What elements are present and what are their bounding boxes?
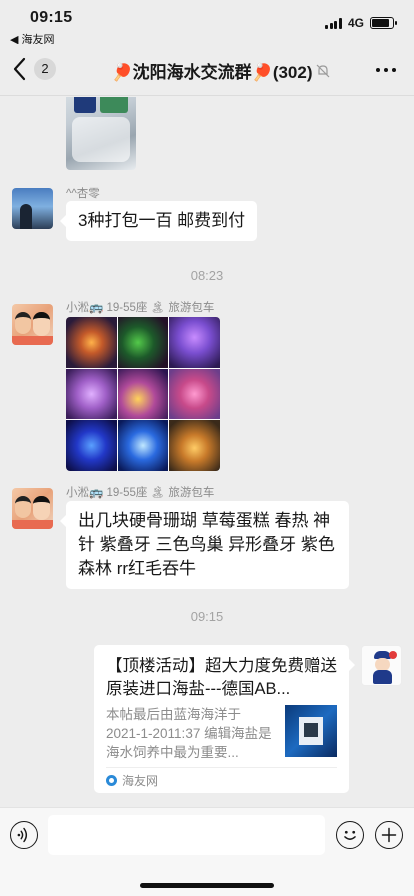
unread-count-badge[interactable]: 2: [34, 58, 56, 80]
coral-photo: [66, 317, 117, 368]
sender-name: 小淞🚌 19-55座 🏝 旅游包车: [66, 302, 215, 314]
message-input[interactable]: [48, 815, 325, 855]
coral-photo: [66, 420, 117, 471]
message-timestamp: 09:15: [190, 609, 224, 624]
coral-photo: [66, 368, 117, 420]
avatar[interactable]: [12, 488, 53, 529]
more-dots-icon[interactable]: [376, 68, 396, 72]
battery-icon: [370, 17, 397, 29]
network-type: 4G: [347, 16, 364, 30]
message-bubble[interactable]: 3种打包一百 邮费到付: [59, 201, 258, 241]
status-indicators: 4G: [325, 16, 397, 30]
link-card-description: 本帖最后由蓝海海洋于 2021-1-2011:37 编辑海盐是海水饲养中最为重要…: [106, 707, 272, 760]
link-card-source: 海友网: [106, 772, 158, 789]
chat-title: 🏓沈阳海水交流群🏓(302): [111, 63, 313, 82]
source-name: 海友网: [122, 774, 159, 788]
link-card-thumbnail: [285, 705, 337, 757]
bell-muted-icon: [316, 64, 330, 78]
link-card-title: 【顶楼活动】超大力度免费赠送原装进口海盐---德国AB...: [106, 657, 337, 698]
voice-icon[interactable]: [10, 821, 38, 849]
my-avatar[interactable]: [361, 645, 402, 686]
link-card-message[interactable]: 【顶楼活动】超大力度免费赠送原装进口海盐---德国AB... 本帖最后由蓝海海洋…: [94, 645, 355, 793]
app-logo-icon: [106, 775, 117, 786]
input-bar: [0, 807, 414, 896]
photo-message[interactable]: [66, 97, 136, 170]
divider: [106, 767, 337, 768]
sender-name: 小淞🚌 19-55座 🏝 旅游包车: [66, 487, 215, 499]
chevron-left-icon[interactable]: [10, 56, 30, 82]
photo-grid-message[interactable]: [66, 317, 220, 471]
coral-photo: [169, 368, 220, 420]
coral-photo: [169, 420, 220, 471]
chat-header: 2 🏓沈阳海水交流群🏓(302): [0, 44, 414, 96]
coral-photo: [117, 317, 169, 368]
home-indicator: [140, 883, 274, 888]
status-bar: 09:15 ◀ 海友网 4G: [0, 0, 414, 46]
coral-photo: [117, 420, 169, 471]
message-list[interactable]: ^^杏零 3种打包一百 邮费到付 08:23 小淞🚌 19-55座 🏝 旅游包车…: [0, 97, 414, 807]
coral-photo: [169, 317, 220, 368]
message-timestamp: 08:23: [190, 268, 224, 283]
status-time: 09:15: [30, 9, 73, 26]
avatar[interactable]: [12, 304, 53, 345]
message-bubble[interactable]: 出几块硬骨珊瑚 草莓蛋糕 春热 神针 紫叠牙 三色鸟巢 异形叠牙 紫色森林 rr…: [60, 501, 349, 589]
signal-icon: [325, 17, 342, 29]
sender-name: ^^杏零: [66, 188, 100, 200]
coral-photo: [117, 368, 169, 420]
emoji-icon[interactable]: [336, 821, 364, 849]
plus-icon[interactable]: [375, 821, 403, 849]
avatar[interactable]: [12, 188, 53, 229]
